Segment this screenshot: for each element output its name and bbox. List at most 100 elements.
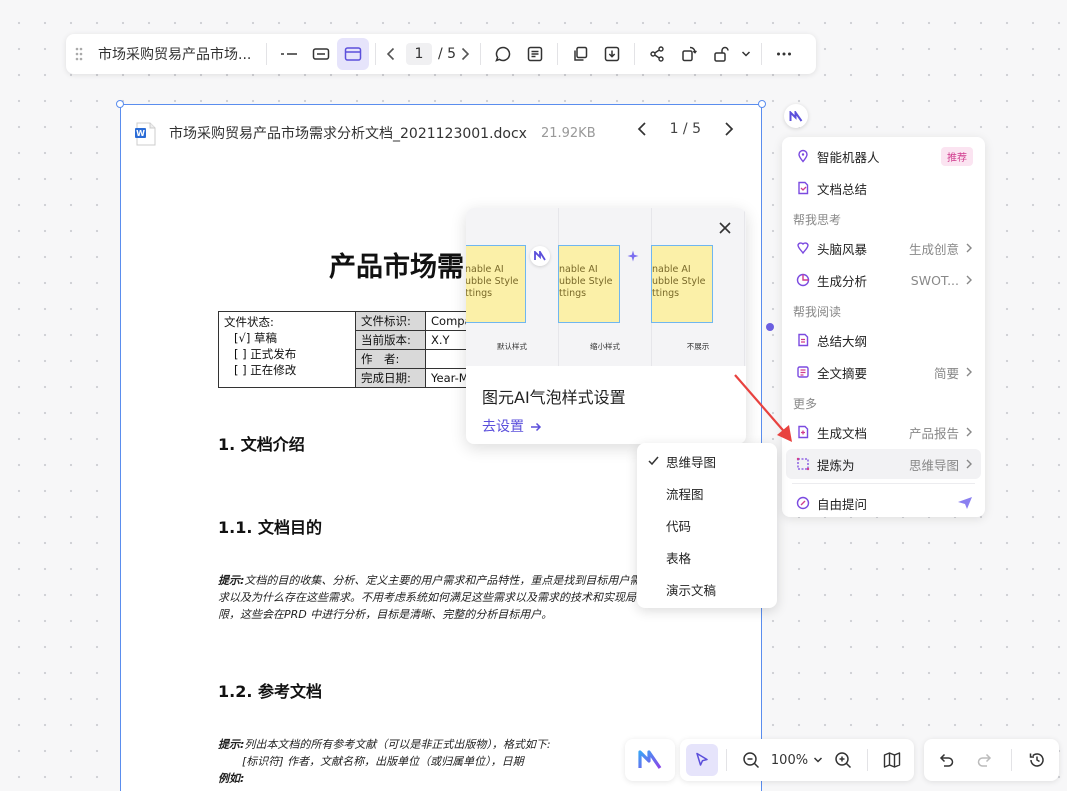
hint-line: [标识符] 作者，文献名称，出版单位（或归属单位），日期: [242, 755, 524, 768]
sparkle-icon: [627, 250, 639, 262]
zoom-level-dropdown[interactable]: 100%: [771, 753, 823, 768]
document-title: 产品市场需: [329, 252, 464, 283]
sticky-note-preview: nable AI ubble Style ttings: [466, 245, 526, 323]
status-option: [ ] 正式发布: [234, 347, 297, 361]
history-button[interactable]: [1021, 744, 1053, 776]
page-total: / 5: [438, 46, 457, 62]
meta-key: 完成日期:: [355, 368, 426, 388]
menu-item-free-ask[interactable]: 自由提问: [786, 488, 981, 518]
toolbar-divider: [867, 749, 869, 771]
menu-item-label: 文档总结: [817, 181, 868, 197]
menu-item-brainstorm[interactable]: 头脑风暴 生成创意: [786, 233, 981, 263]
document-header: W 市场采购贸易产品市场需求分析文档_2021123001.docx 21.92…: [135, 121, 747, 146]
more-button[interactable]: [768, 38, 800, 70]
zoom-out-button[interactable]: [735, 744, 767, 776]
submenu-item-label: 演示文稿: [666, 582, 717, 598]
meta-key: 文件标识:: [355, 311, 426, 331]
section-heading: 1.2. 参考文档: [218, 682, 322, 701]
toolbar-doc-title[interactable]: 市场采购贸易产品市场...: [98, 44, 260, 64]
bubble-option-small[interactable]: nable AI ubble Style ttings 缩小样式: [558, 208, 652, 366]
comment-icon: [495, 46, 511, 62]
connect-button[interactable]: [641, 38, 673, 70]
arrow-right-icon: [531, 422, 542, 432]
toolbar-divider: [634, 43, 636, 65]
menu-item-label: 提炼为: [817, 457, 855, 473]
ai-logo-button[interactable]: [634, 744, 666, 776]
submenu-item-code[interactable]: 代码: [637, 509, 777, 541]
submenu-item-table[interactable]: 表格: [637, 541, 777, 573]
page-navigator: 1 / 5: [382, 38, 474, 70]
doc-prev-page-button[interactable]: [636, 121, 648, 137]
undo-button[interactable]: [930, 744, 962, 776]
drag-handle-icon[interactable]: [68, 47, 90, 61]
toolbar-divider: [761, 43, 763, 65]
toolbar-divider: [725, 749, 727, 771]
menu-item-abstract[interactable]: 全文摘要 简要: [786, 357, 981, 387]
page-number-input[interactable]: 1: [406, 43, 432, 65]
doc-next-page-button[interactable]: [723, 121, 735, 137]
zoom-in-button[interactable]: [827, 744, 859, 776]
ai-assistant-button[interactable]: [784, 104, 808, 128]
lock-button[interactable]: [705, 38, 737, 70]
toolbar-divider: [375, 43, 376, 65]
map-icon: [883, 752, 901, 768]
menu-item-generate-doc[interactable]: 生成文档 产品报告: [786, 417, 981, 447]
menu-item-label: 总结大纲: [817, 333, 868, 349]
rotate-icon: [682, 46, 698, 62]
menu-item-analysis[interactable]: 生成分析 SWOT...: [786, 265, 981, 295]
status-cell: 文件状态: [√] 草稿 [ ] 正式发布 [ ] 正在修改: [218, 311, 356, 388]
submenu-item-presentation[interactable]: 演示文稿: [637, 573, 777, 605]
go-settings-link[interactable]: 去设置: [482, 416, 542, 436]
chevron-right-icon: [462, 47, 470, 61]
bubble-popup-title: 图元AI气泡样式设置: [482, 388, 626, 407]
menu-item-sub: 思维导图: [908, 457, 959, 473]
toolbar-divider: [266, 43, 267, 65]
notes-button[interactable]: [519, 38, 551, 70]
bubble-style-previews: nable AI ubble Style ttings 默认样式 nable A…: [466, 208, 746, 366]
undo-icon: [939, 753, 954, 767]
top-toolbar: 市场采购贸易产品市场... 1 / 5: [66, 34, 816, 74]
menu-item-label: 全文摘要: [817, 365, 868, 381]
ai-logo-panel: [625, 739, 675, 781]
select-tool-button[interactable]: [686, 744, 718, 776]
prev-page-button[interactable]: [382, 38, 400, 70]
next-page-button[interactable]: [456, 38, 474, 70]
menu-item-outline[interactable]: 总结大纲: [786, 325, 981, 355]
more-icon: [777, 52, 792, 56]
chevron-right-icon: [966, 427, 972, 437]
free-ask-label: 自由提问: [817, 496, 868, 512]
menu-item-sub: 生成创意: [908, 241, 959, 257]
comment-button[interactable]: [487, 38, 519, 70]
map-view-button[interactable]: [876, 744, 908, 776]
lock-options-dropdown[interactable]: [737, 38, 755, 70]
send-icon: [958, 497, 972, 509]
resize-handle-top-left[interactable]: [116, 100, 124, 108]
rotate-button[interactable]: [673, 38, 705, 70]
chevron-down-icon: [742, 51, 751, 57]
menu-item-refine-as[interactable]: 提炼为 思维导图: [786, 449, 981, 479]
line-style-button[interactable]: [273, 38, 305, 70]
connection-point[interactable]: [766, 323, 774, 331]
menu-item-doc-summary[interactable]: 文档总结: [786, 173, 981, 203]
redo-button[interactable]: [969, 744, 1001, 776]
close-icon[interactable]: [718, 221, 732, 235]
menu-item-label: 头脑风暴: [817, 241, 868, 257]
doc-summary-icon: [798, 181, 809, 195]
submenu-item-label: 代码: [666, 518, 692, 534]
resize-handle-top-right[interactable]: [758, 100, 766, 108]
word-file-icon: W: [135, 122, 157, 146]
bubble-option-label: 缩小样式: [590, 342, 620, 351]
bubble-option-default[interactable]: nable AI ubble Style ttings 默认样式: [466, 208, 559, 366]
menu-item-sub: 简要: [933, 365, 959, 381]
menu-item-smart-robot[interactable]: 智能机器人 推荐: [786, 141, 981, 171]
download-button[interactable]: [596, 38, 628, 70]
sticky-text: nable AI ubble Style ttings: [559, 264, 613, 299]
embed-card-button[interactable]: [305, 38, 337, 70]
ai-bubble-icon: [530, 246, 550, 266]
copy-button[interactable]: [564, 38, 596, 70]
zoom-level: 100%: [770, 752, 809, 768]
preview-mode-button[interactable]: [337, 38, 369, 70]
submenu-item-flowchart[interactable]: 流程图: [637, 477, 777, 509]
status-option: [ ] 正在修改: [234, 363, 297, 377]
robot-icon: [798, 149, 808, 163]
